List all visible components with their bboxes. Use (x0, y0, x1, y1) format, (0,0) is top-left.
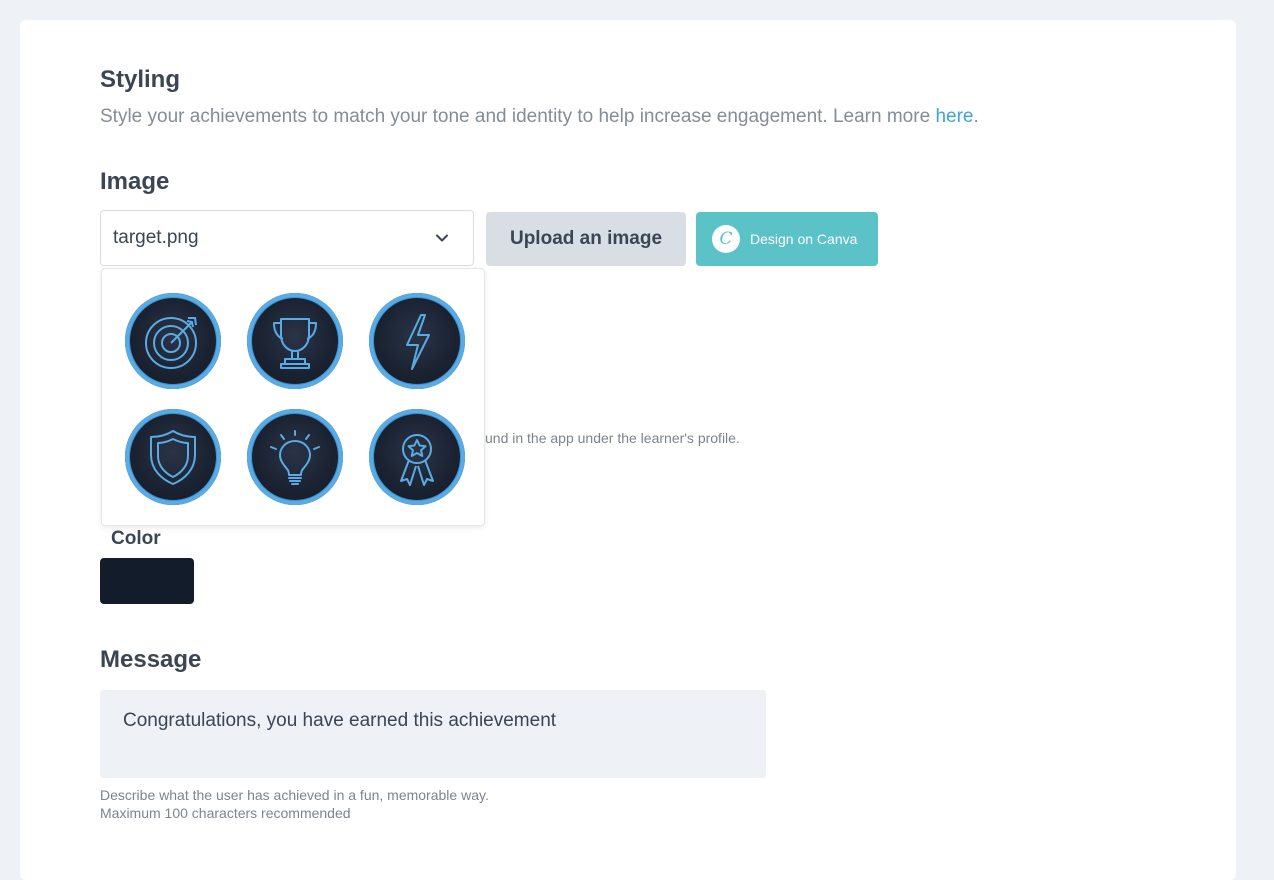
image-options-dropdown (101, 268, 485, 526)
color-swatch[interactable] (100, 558, 194, 604)
image-select[interactable]: target.png (100, 210, 474, 266)
image-select-value: target.png (113, 227, 199, 248)
learn-more-link[interactable]: here (935, 106, 973, 127)
canva-button-label: Design on Canva (750, 231, 858, 247)
styling-description: Style your achievements to match your to… (100, 106, 979, 128)
shield-icon (150, 430, 196, 485)
styling-description-period: . (973, 106, 979, 127)
message-help-text: Describe what the user has achieved in a… (100, 787, 489, 803)
trophy-icon (273, 318, 317, 369)
image-heading: Image (100, 168, 170, 195)
target-icon (145, 317, 197, 369)
styling-heading: Styling (100, 66, 181, 93)
design-on-canva-button[interactable]: C Design on Canva (696, 212, 878, 266)
message-heading: Message (100, 646, 202, 673)
image-option-trophy[interactable] (247, 293, 343, 389)
styling-description-text: Style your achievements to match your to… (100, 106, 936, 127)
message-limit-text: Maximum 100 characters recommended (100, 805, 351, 821)
chevron-down-icon (436, 234, 448, 242)
award-ribbon-icon (400, 434, 434, 486)
canva-logo-icon: C (712, 225, 740, 253)
image-hint-partial: und in the app under the learner's profi… (485, 430, 740, 446)
styling-card: Styling Style your achievements to match… (20, 20, 1236, 880)
image-option-lightbulb[interactable] (247, 409, 343, 505)
image-option-target[interactable] (125, 293, 221, 389)
image-option-lightning[interactable] (369, 293, 465, 389)
image-option-shield[interactable] (125, 409, 221, 505)
message-textarea[interactable]: Congratulations, you have earned this ac… (100, 690, 766, 778)
image-option-award-ribbon[interactable] (369, 409, 465, 505)
color-label: Color (111, 528, 161, 549)
lightning-icon (406, 314, 430, 370)
lightbulb-icon (270, 430, 320, 485)
upload-image-button[interactable]: Upload an image (486, 212, 686, 266)
